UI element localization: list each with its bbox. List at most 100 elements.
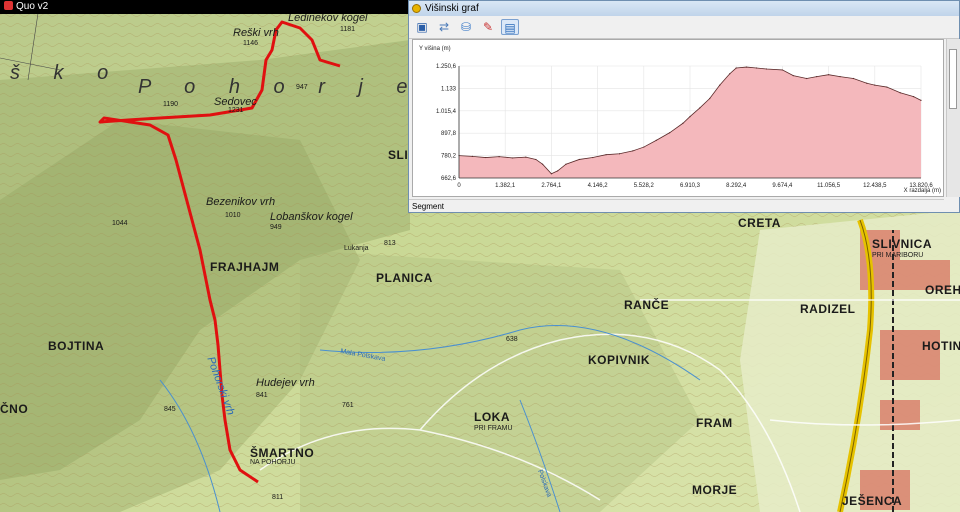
elevation-point — [913, 95, 915, 98]
map-label: BOJTINA — [48, 339, 105, 353]
elevation-point — [755, 67, 758, 69]
scrollbar-thumb[interactable] — [949, 49, 957, 109]
map-label: JEŠENCA — [842, 494, 903, 508]
map-label: HOTIN — [922, 339, 960, 353]
elevation-point — [485, 156, 487, 159]
map-label: Lukanja — [344, 245, 369, 252]
x-tick-label: 12.438,5 — [863, 183, 887, 189]
elevation-point — [668, 132, 671, 134]
window-icon[interactable]: ▤ — [501, 19, 519, 35]
elevation-point — [852, 77, 855, 80]
map-label: Lobanškov kogel — [270, 211, 353, 223]
map-label: FRAJHAJM — [210, 260, 280, 274]
x-tick-label: 1.382,1 — [495, 183, 516, 189]
elevation-point — [565, 163, 567, 165]
elevation-point — [866, 82, 868, 84]
map-label: š k o — [10, 62, 123, 84]
map-label: MORJE — [692, 483, 738, 497]
elevation-point — [839, 75, 841, 78]
elevation-point — [550, 173, 552, 175]
map-label: 1181 — [340, 26, 356, 33]
map-label: RADIZEL — [800, 302, 856, 316]
elevation-point — [874, 84, 876, 86]
y-tick-label: 1.133 — [441, 86, 457, 92]
elevation-point — [709, 97, 711, 100]
refresh-icon[interactable]: ⇄ — [435, 19, 453, 35]
graph-app-icon — [412, 4, 421, 13]
map-label: 1231 — [228, 107, 244, 114]
x-tick-label: 13.820,6 — [909, 183, 933, 189]
map-label: NA POHORJU — [250, 459, 296, 466]
status-bar: Segment — [409, 199, 944, 212]
graph-window-title: Višinski graf — [425, 3, 479, 14]
database-icon[interactable]: ⛁ — [457, 19, 475, 35]
elevation-point — [920, 99, 922, 101]
elevation-point — [471, 155, 473, 157]
y-tick-label: 780,2 — [441, 154, 457, 160]
elevation-point — [643, 146, 645, 148]
elevation-point — [816, 75, 818, 78]
elevation-point — [557, 170, 559, 172]
app-icon — [4, 1, 13, 10]
map-label: ČNO — [0, 402, 29, 416]
elevation-point — [578, 158, 580, 161]
x-tick-label: 11.056,5 — [817, 183, 841, 189]
elevation-point — [605, 154, 607, 156]
map-label: RANČE — [624, 298, 670, 312]
map-label: 1190 — [163, 101, 179, 108]
y-tick-label: 662,6 — [441, 176, 457, 182]
elevation-point — [682, 122, 684, 124]
elevation-graph-window[interactable]: Višinski graf ▣ ⇄ ⛁ ✎ ▤ Y višina (m) X ra… — [408, 0, 960, 213]
elevation-point — [792, 75, 794, 77]
map-label: LOKA — [474, 410, 510, 424]
map-label: 761 — [342, 402, 354, 409]
map-label: 638 — [506, 336, 518, 343]
elevation-point — [541, 163, 544, 165]
map-label: 1146 — [243, 40, 259, 47]
graph-window-titlebar[interactable]: Višinski graf — [409, 1, 959, 16]
elevation-point — [729, 73, 731, 75]
elevation-point — [745, 66, 748, 68]
map-label: Reški vrh — [233, 27, 279, 39]
elevation-point — [886, 86, 888, 88]
elevation-point — [498, 155, 500, 158]
elevation-point — [899, 92, 901, 94]
elevation-point — [592, 156, 594, 159]
x-tick-label: 4.146,2 — [588, 183, 609, 189]
elevation-chart-svg: Y višina (m)X razdalja (m)662,6780,2897,… — [419, 46, 941, 194]
elevation-point — [806, 77, 808, 80]
x-tick-label: 2.764,1 — [541, 183, 562, 189]
map-label: 845 — [164, 406, 176, 413]
elevation-point — [535, 158, 537, 161]
elevation-point — [525, 156, 527, 158]
eraser-icon[interactable]: ✎ — [479, 19, 497, 35]
save-icon[interactable]: ▣ — [413, 19, 431, 35]
elevation-point — [735, 67, 737, 69]
elevation-point — [632, 150, 634, 152]
elevation-point — [511, 157, 514, 159]
elevation-point — [719, 84, 721, 86]
x-tick-label: 5.528,2 — [634, 183, 655, 189]
map-label: PRI FRAMU — [474, 425, 513, 432]
app-title: Quo v2 — [16, 1, 49, 12]
map-label: ŠMARTNO — [250, 446, 315, 460]
elevation-chart: Y višina (m) X razdalja (m) 662,6 780,2 897,… — [412, 39, 944, 197]
y-axis-label: Y višina (m) — [419, 46, 451, 52]
map-label: 1044 — [112, 220, 128, 227]
y-tick-label: 897,8 — [441, 131, 457, 137]
map-label: CRETA — [738, 216, 781, 230]
map-label: 949 — [270, 224, 282, 231]
map-label: Hudejev vrh — [256, 377, 315, 389]
map-label: SLIVNICA — [872, 237, 933, 251]
map-label: P o h o r j e — [138, 76, 422, 98]
elevation-point — [655, 139, 657, 141]
map-label: 811 — [272, 494, 284, 501]
map-label: 841 — [256, 392, 268, 399]
x-tick-label: 6.910,3 — [680, 183, 701, 189]
x-tick-label: 9.674,4 — [772, 183, 793, 189]
y-tick-label: 1.250,6 — [436, 64, 457, 70]
graph-toolbar: ▣ ⇄ ⛁ ✎ ▤ — [409, 16, 959, 39]
elevation-point — [618, 153, 621, 155]
vertical-scrollbar[interactable] — [946, 39, 960, 197]
map-label: OREHO — [925, 283, 960, 297]
